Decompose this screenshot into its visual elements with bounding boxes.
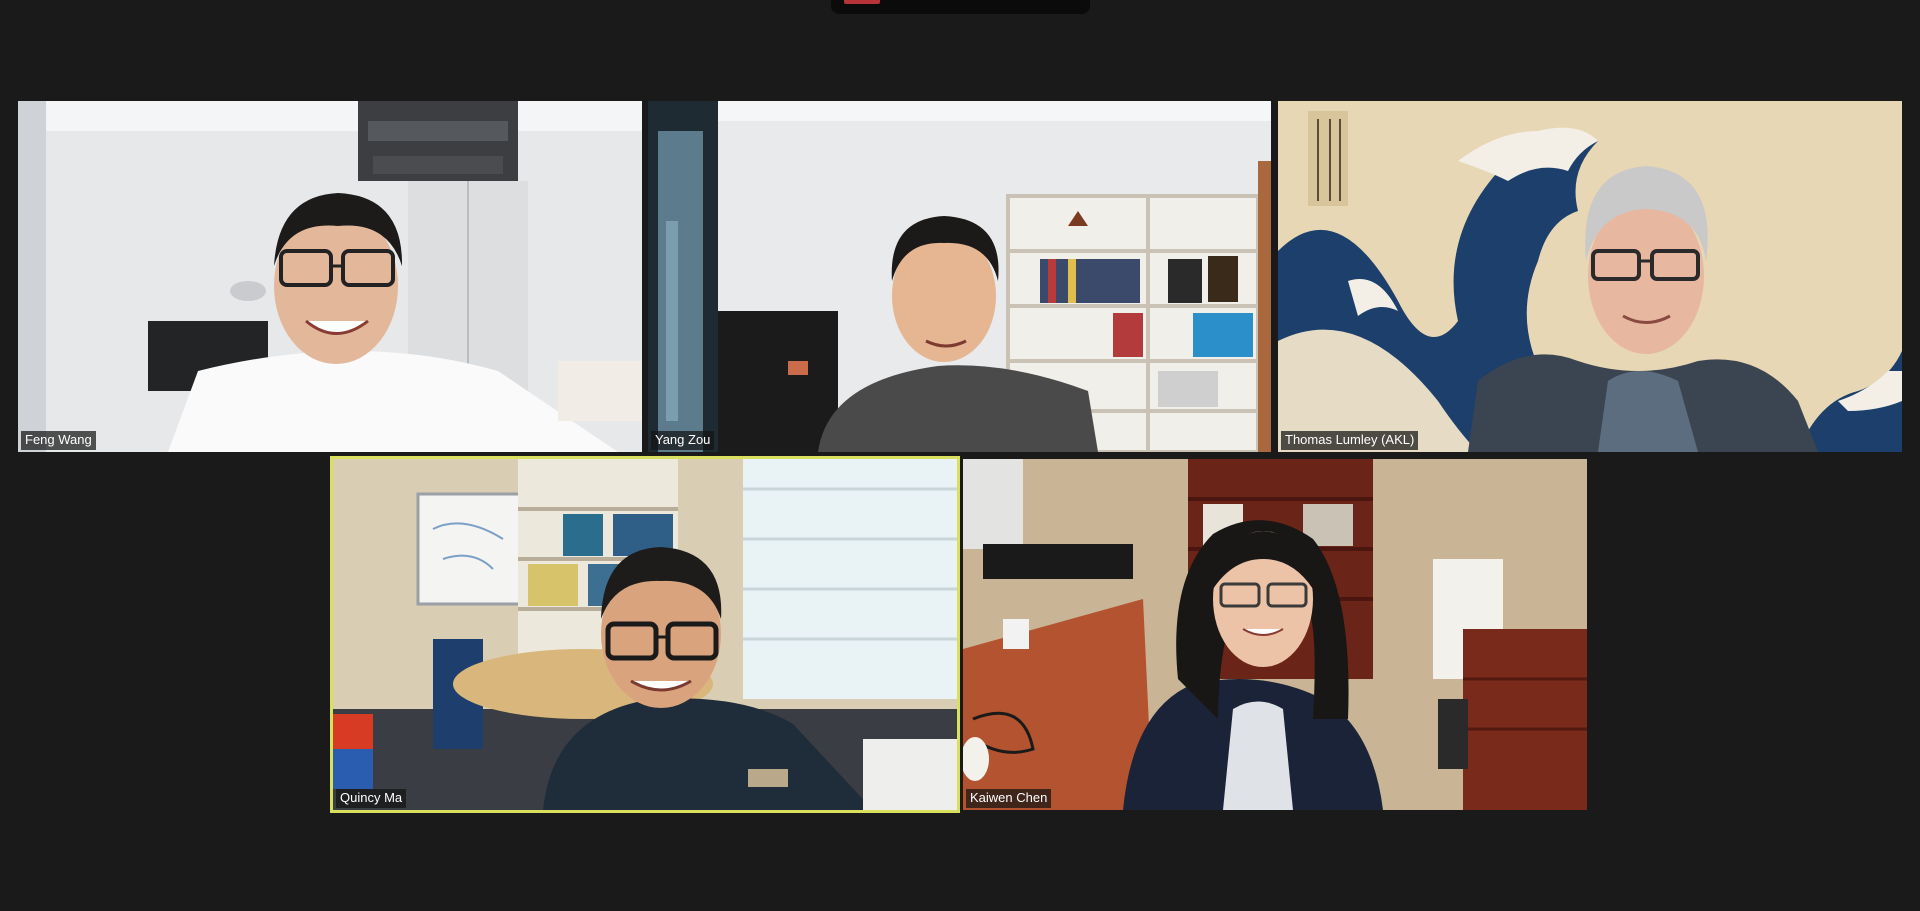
participant-name: Feng Wang [21, 431, 96, 450]
video-feed [648, 101, 1271, 452]
recording-icon [844, 0, 880, 4]
video-tile-thomas-lumley[interactable]: Thomas Lumley (AKL) [1278, 101, 1902, 452]
video-feed [1278, 101, 1902, 452]
video-tile-feng-wang[interactable]: Feng Wang [18, 101, 642, 452]
participant-name: Quincy Ma [336, 789, 407, 808]
recording-indicator-bar[interactable] [831, 0, 1090, 14]
video-tile-yang-zou[interactable]: Yang Zou [648, 101, 1271, 452]
video-feed [18, 101, 642, 452]
participant-name: Kaiwen Chen [966, 789, 1052, 808]
video-feed [963, 459, 1587, 810]
video-gallery: Feng Wang Yang Zou Thomas Lumley (AKL) Q… [0, 0, 1920, 911]
video-feed [333, 459, 957, 810]
participant-name: Thomas Lumley (AKL) [1281, 431, 1419, 450]
video-tile-kaiwen-chen[interactable]: Kaiwen Chen [963, 459, 1587, 810]
video-tile-quincy-ma[interactable]: Quincy Ma [330, 456, 960, 813]
participant-name: Yang Zou [651, 431, 715, 450]
